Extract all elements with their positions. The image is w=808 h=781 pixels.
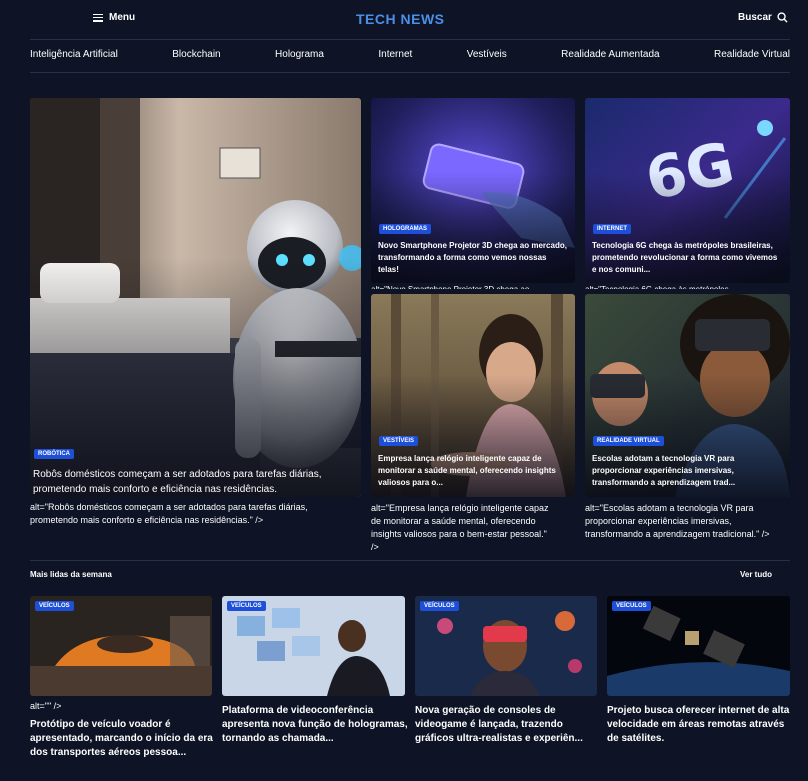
bottom-article-card[interactable]: VEÍCULOS [222,596,405,696]
category-badge: VEÍCULOS [612,601,651,611]
article-card-realidade-virtual[interactable]: REALIDADE VIRTUAL Escolas adotam a tecno… [585,294,790,497]
article-card-internet[interactable]: 6G INTERNET Tecnologia 6G chega às metró… [585,98,790,283]
section-divider [30,560,790,561]
search-icon [777,12,788,23]
alt-line: insights valiosos para o bem-estar pesso… [371,529,547,539]
menu-button[interactable]: Menu [93,12,135,23]
category-badge: INTERNET [593,224,631,234]
category-badge: VEÍCULOS [420,601,459,611]
gamer-vr-photo [415,596,597,696]
nav-item-realidade-virtual[interactable]: Realidade Virtual [714,49,790,60]
alt-line: transformando a aprendizagem tradicional… [585,529,770,539]
nav-item-ai[interactable]: Inteligência Artificial [30,49,118,60]
category-badge: VEÍCULOS [227,601,266,611]
menu-label: Menu [109,12,136,23]
article-title: Novo Smartphone Projetor 3D chega ao mer… [378,241,567,274]
nav-item-blockchain[interactable]: Blockchain [172,49,220,60]
article-alt-text: alt="Novo Smartphone Projetor 3D chega a… [371,280,575,289]
category-badge: VESTÍVEIS [379,436,419,446]
alt-line: prometendo mais conforto e eficiência na… [30,515,264,525]
article-card-hologramas[interactable]: HOLOGRAMAS Novo Smartphone Projetor 3D c… [371,98,575,283]
category-badge: HOLOGRAMAS [379,224,431,234]
category-badge: ROBÓTICA [34,449,74,459]
article-title: Projeto busca oferecer internet de alta … [607,705,790,744]
category-badge: VEÍCULOS [35,601,74,611]
article-title: Empresa lança relógio inteligente capaz … [378,454,556,487]
article-title: Escolas adotam a tecnologia VR para prop… [592,454,736,487]
nav-item-realidade-aumentada[interactable]: Realidade Aumentada [561,49,659,60]
category-badge: REALIDADE VIRTUAL [593,436,664,446]
bottom-article-card[interactable]: VEÍCULOS [415,596,597,696]
nav-item-vestiveis[interactable]: Vestíveis [467,49,507,60]
alt-line: proporcionar experiências imersivas, [585,516,732,526]
alt-line: alt="Empresa lança relógio inteligente c… [371,503,549,513]
satellite-photo [607,596,790,696]
article-title: Nova geração de consoles de videogame é … [415,705,583,744]
hamburger-icon [93,13,103,22]
see-all-link[interactable]: Ver tudo [740,570,772,579]
nav-divider [30,72,790,73]
site-logo[interactable]: TECH NEWS [356,11,445,27]
category-nav: Inteligência Artificial Blockchain Holog… [30,49,790,60]
article-alt-text: alt="Escolas adotam a tecnologia VR para… [585,502,795,541]
hero-alt-text: alt="Robôs domésticos começam a ser adot… [30,501,360,527]
article-title: Tecnologia 6G chega às metrópoles brasil… [592,241,778,274]
alt-line: /> [371,542,379,552]
search-label: Buscar [738,12,772,23]
article-card-vestiveis[interactable]: VESTÍVEIS Empresa lança relógio intelige… [371,294,575,497]
bottom-article-card[interactable]: VEÍCULOS [30,596,212,696]
article-title: Plataforma de videoconferência apresenta… [222,705,408,744]
search-button[interactable]: Buscar [738,12,788,23]
header-divider [30,39,790,40]
nav-item-holograma[interactable]: Holograma [275,49,324,60]
section-title: Mais lidas da semana [30,570,112,579]
hero-title: Robôs domésticos começam a ser adotados … [33,469,322,495]
alt-line: de monitorar a saúde mental, oferecendo [371,516,536,526]
article-alt-text: alt="" /> [30,701,62,711]
videoconference-photo [222,596,405,696]
alt-line: alt="Robôs domésticos começam a ser adot… [30,502,308,512]
article-title: Protótipo de veículo voador é apresentad… [30,719,213,758]
nav-item-internet[interactable]: Internet [378,49,412,60]
hero-article-card[interactable]: ROBÓTICA Robôs domésticos começam a ser … [30,98,361,497]
alt-line: alt="Escolas adotam a tecnologia VR para [585,503,754,513]
bottom-article-card[interactable]: VEÍCULOS [607,596,790,696]
article-alt-text: alt="Tecnologia 6G chega às metrópoles [585,280,789,289]
article-alt-text: alt="Empresa lança relógio inteligente c… [371,502,575,554]
flying-car-photo [30,596,212,696]
